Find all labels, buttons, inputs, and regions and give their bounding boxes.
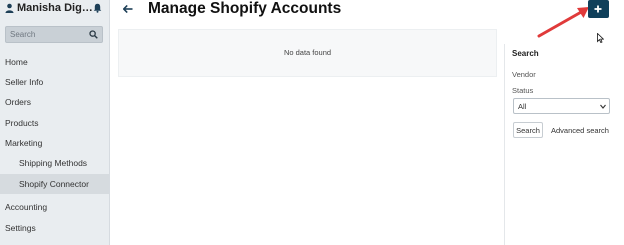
arrow-left-icon[interactable] [123,5,133,13]
sidebar-item-orders[interactable]: Orders [0,92,109,112]
sidebar-item-products[interactable]: Products [0,113,109,133]
user-icon [5,3,14,13]
search-icon[interactable] [89,30,98,39]
sidebar-search-input[interactable] [6,27,88,42]
vendor-label: Vendor [512,70,536,79]
chevron-down-icon [600,104,606,109]
advanced-search-link[interactable]: Advanced search [551,126,609,135]
empty-state-message: No data found [283,48,332,57]
status-label: Status [512,86,534,95]
user-menu[interactable]: Manisha Dig… [0,0,109,20]
mouse-cursor-icon [597,33,604,43]
search-panel-title: Search [512,49,539,58]
plus-icon [594,5,602,13]
sidebar-item-settings[interactable]: Settings [0,218,109,238]
bell-icon[interactable] [93,3,102,13]
annotation-arrow [537,7,589,38]
status-select[interactable]: All [513,98,610,114]
sidebar-search [5,26,103,43]
sidebar-item-accounting[interactable]: Accounting [0,197,109,217]
sidebar: Manisha Dig… Home Seller Info Orders Pro… [0,0,110,245]
sidebar-item-home[interactable]: Home [0,52,109,72]
user-name: Manisha Dig… [17,2,93,14]
accounts-table: No data found [118,29,497,77]
page-title: Manage Shopify Accounts [148,0,342,17]
sidebar-item-shopify-connector[interactable]: Shopify Connector [0,174,109,194]
status-select-value: All [518,102,527,111]
sidebar-item-shipping-methods[interactable]: Shipping Methods [0,153,109,173]
add-account-button[interactable] [588,0,609,18]
sidebar-item-seller-info[interactable]: Seller Info [0,72,109,92]
search-panel: Search Vendor Status All Search Advanced… [504,44,624,245]
sidebar-item-marketing[interactable]: Marketing [0,133,109,153]
search-button[interactable]: Search [513,122,543,138]
